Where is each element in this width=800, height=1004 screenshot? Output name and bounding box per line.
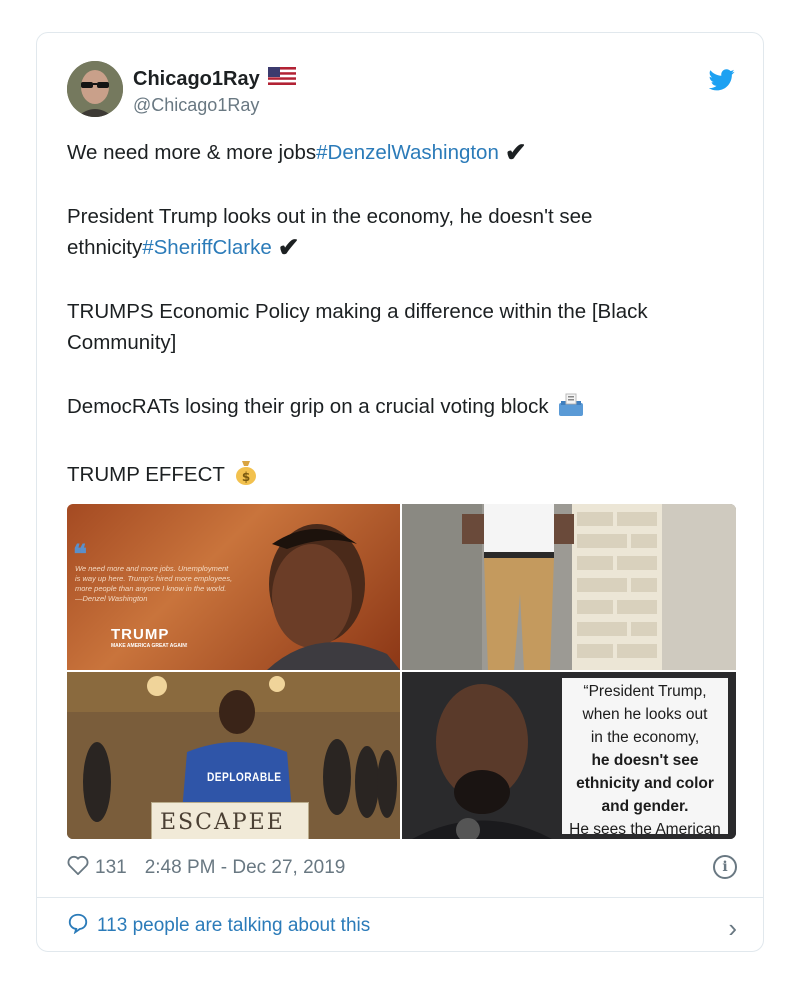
speech-bubble-icon	[67, 912, 97, 940]
media-image-denzel[interactable]: ❝ We need more and more jobs. Unemployme…	[67, 504, 400, 670]
tweet-paragraph: President Trump looks out in the economy…	[67, 201, 737, 263]
escapee-sign: ESCAPEE	[151, 802, 309, 839]
timestamp[interactable]: 2:48 PM - Dec 27, 2019	[145, 857, 346, 879]
media-image-standing-man[interactable]	[402, 504, 736, 670]
trump-logo-text: TRUMP	[111, 626, 170, 643]
svg-text:$: $	[242, 470, 250, 484]
avatar[interactable]	[67, 61, 123, 117]
paragraph-text: TRUMPS Economic Policy making a differen…	[67, 300, 648, 354]
like-count[interactable]: 131	[95, 857, 127, 879]
media-image-clarke[interactable]: “President Trump, when he looks out in t…	[402, 672, 736, 839]
media-grid[interactable]: ❝ We need more and more jobs. Unemployme…	[67, 504, 736, 839]
chevron-right-icon[interactable]: ›	[728, 913, 737, 944]
user-handle[interactable]: @Chicago1Ray	[133, 95, 259, 116]
denzel-quote-text: We need more and more jobs. Unemployment…	[75, 564, 233, 603]
quote-line: He sees the American	[569, 821, 721, 838]
sign-text: ESCAPEE	[160, 810, 285, 835]
tweet-text: We need more & more jobs#DenzelWashingto…	[67, 137, 737, 527]
quote-line: and gender.	[601, 798, 689, 815]
paragraph-text: TRUMP EFFECT	[67, 463, 225, 486]
tweet-paragraph: TRUMPS Economic Policy making a differen…	[67, 296, 737, 358]
quote-line: in the economy,	[590, 729, 700, 746]
twitter-bird-icon[interactable]	[708, 69, 735, 91]
heart-icon[interactable]	[67, 855, 95, 881]
trump-slogan-text: MAKE AMERICA GREAT AGAIN!	[111, 643, 188, 649]
quote-line: when he looks out	[582, 706, 708, 723]
tweet-card: Chicago1Ray @Chicago1Ray We need more & …	[36, 32, 764, 952]
tweet-paragraph: We need more & more jobs#DenzelWashingto…	[67, 137, 737, 168]
money-bag-icon: $	[234, 459, 258, 494]
check-mark-icon: ✔	[504, 137, 527, 167]
tweet-paragraph: TRUMP EFFECT $	[67, 459, 737, 494]
conversation-link[interactable]: 113 people are talking about this ›	[67, 911, 737, 944]
ballot-box-icon	[558, 393, 584, 426]
tweet-stats: 131 2:48 PM - Dec 27, 2019 i	[67, 853, 737, 883]
display-name-text[interactable]: Chicago1Ray	[133, 68, 260, 91]
clarke-quote-panel: “President Trump, when he looks out in t…	[562, 678, 728, 838]
talking-text[interactable]: 113 people are talking about this	[97, 915, 370, 937]
display-name[interactable]: Chicago1Ray	[133, 67, 296, 91]
tweet-header: Chicago1Ray @Chicago1Ray	[67, 61, 737, 121]
check-mark-icon: ✔	[277, 232, 300, 262]
shirt-text: DEPLORABLE	[207, 770, 282, 784]
divider	[37, 897, 763, 898]
hashtag-link[interactable]: #DenzelWashington	[316, 141, 499, 164]
quote-line: he doesn't see	[591, 752, 699, 769]
tweet-paragraph: DemocRATs losing their grip on a crucial…	[67, 391, 737, 426]
info-icon[interactable]: i	[713, 855, 737, 879]
us-flag-icon	[267, 67, 296, 91]
media-image-deplorable[interactable]: DEPLORABLE ESCAPEE	[67, 672, 400, 839]
clarke-quote-text: “President Trump, when he looks out in t…	[562, 680, 728, 839]
paragraph-text: DemocRATs losing their grip on a crucial…	[67, 395, 549, 418]
hashtag-link[interactable]: #SheriffClarke	[142, 236, 272, 259]
paragraph-text: We need more & more jobs	[67, 141, 317, 164]
quote-line: ethnicity and color	[576, 775, 714, 792]
quote-line: “President Trump,	[583, 683, 707, 700]
